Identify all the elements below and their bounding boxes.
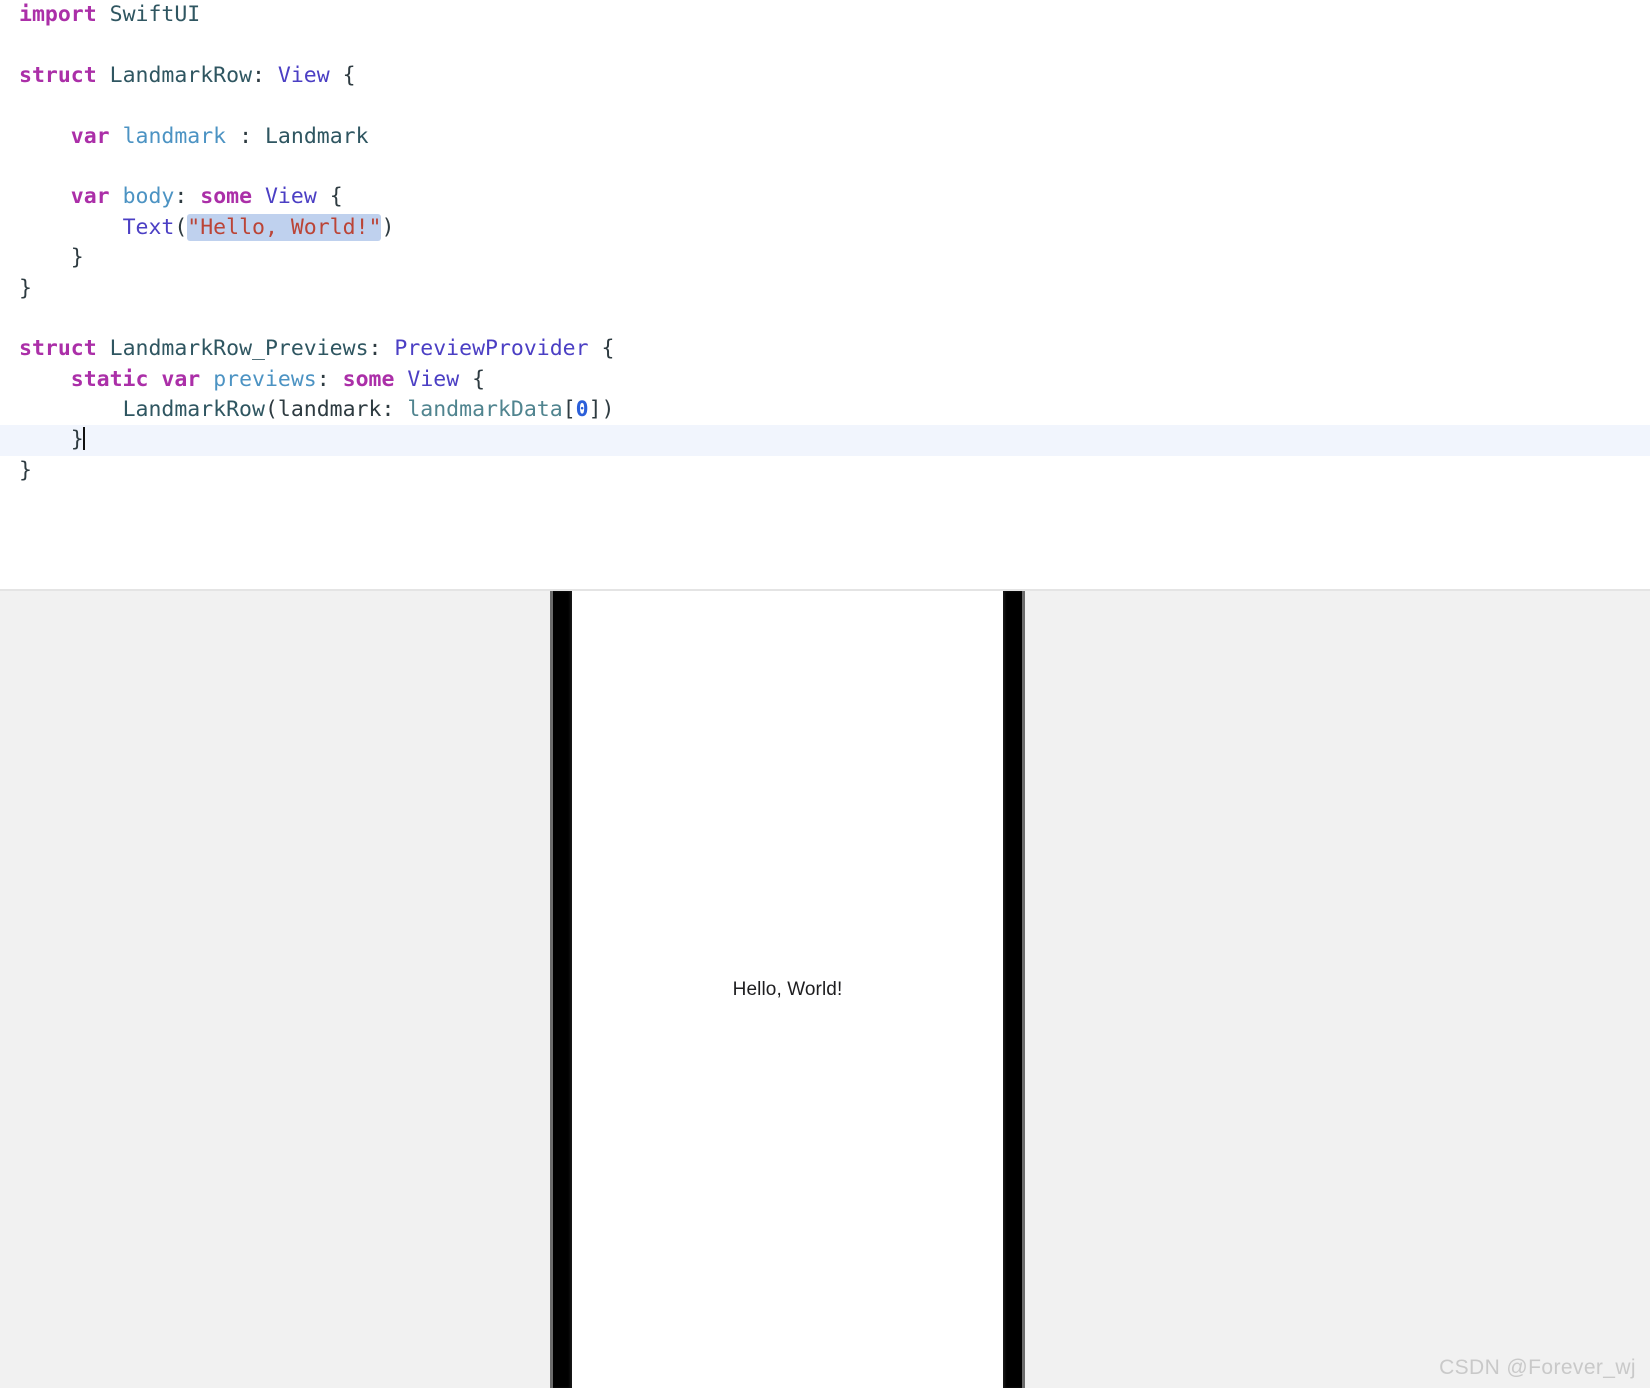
code-token: { bbox=[588, 336, 615, 362]
code-token: } bbox=[19, 427, 84, 453]
code-token: static var bbox=[70, 366, 201, 392]
device-bezel-edge-right bbox=[1022, 591, 1025, 1388]
code-token: struct bbox=[19, 336, 97, 362]
code-token: some bbox=[342, 366, 395, 392]
swiftui-editor-preview-window: import SwiftUI struct LandmarkRow: View … bbox=[0, 0, 1650, 1388]
device-screen[interactable]: Hello, World! bbox=[572, 591, 1003, 1388]
code-line-10[interactable]: } bbox=[0, 274, 1650, 304]
device-bezel-left bbox=[550, 591, 572, 1388]
code-token: ) bbox=[381, 214, 395, 240]
selected-string-token: "Hello, World!" bbox=[187, 213, 382, 241]
code-token: } bbox=[19, 275, 32, 301]
code-token: landmark bbox=[122, 123, 227, 149]
device-frame: Hello, World! bbox=[550, 591, 1025, 1388]
code-line-4[interactable] bbox=[0, 91, 1650, 121]
code-line-9[interactable]: } bbox=[0, 243, 1650, 273]
code-line-11[interactable] bbox=[0, 304, 1650, 334]
code-token: import bbox=[19, 2, 97, 27]
code-token: View bbox=[407, 366, 460, 392]
code-token: { bbox=[316, 184, 343, 210]
code-line-13[interactable]: static var previews: some View { bbox=[0, 365, 1650, 395]
text-cursor bbox=[82, 427, 85, 451]
code-token: 0 bbox=[575, 397, 589, 423]
code-line-7[interactable]: var body: some View { bbox=[0, 182, 1650, 212]
code-token: } bbox=[19, 457, 32, 483]
code-token: var bbox=[70, 123, 110, 149]
code-token: ( bbox=[174, 214, 188, 240]
code-token: Text bbox=[122, 214, 175, 240]
code-lines-container[interactable]: import SwiftUI struct LandmarkRow: View … bbox=[0, 0, 1650, 486]
code-token: { bbox=[329, 62, 356, 88]
preview-canvas[interactable]: Hello, World! bbox=[0, 591, 1650, 1388]
code-line-6[interactable] bbox=[0, 152, 1650, 182]
code-token: (landmark: bbox=[264, 397, 408, 423]
code-token: View bbox=[277, 62, 330, 88]
code-token: : bbox=[174, 184, 201, 210]
code-token: LandmarkRow bbox=[122, 397, 265, 423]
code-token: [ bbox=[562, 397, 576, 423]
code-token: some bbox=[200, 184, 253, 210]
preview-hello-world-text: Hello, World! bbox=[732, 978, 843, 1000]
code-line-14[interactable]: LandmarkRow(landmark: landmarkData[0]) bbox=[0, 395, 1650, 425]
code-token: Landmark bbox=[264, 123, 369, 149]
code-token: : bbox=[226, 123, 265, 149]
code-token: var bbox=[70, 184, 110, 210]
code-line-16[interactable]: } bbox=[0, 456, 1650, 486]
code-token: LandmarkRow bbox=[109, 62, 253, 88]
code-token: } bbox=[19, 245, 84, 271]
code-token: body bbox=[122, 184, 175, 210]
code-token: : bbox=[252, 62, 278, 88]
code-token: previews bbox=[213, 366, 317, 392]
code-line-1[interactable]: import SwiftUI bbox=[0, 0, 1650, 30]
code-editor-pane[interactable]: import SwiftUI struct LandmarkRow: View … bbox=[0, 0, 1650, 590]
code-token: : bbox=[316, 366, 343, 392]
code-token: PreviewProvider bbox=[394, 336, 589, 362]
code-line-5[interactable]: var landmark : Landmark bbox=[0, 122, 1650, 152]
code-token: ]) bbox=[588, 397, 615, 423]
code-line-3[interactable]: struct LandmarkRow: View { bbox=[0, 61, 1650, 91]
code-token: : bbox=[368, 336, 395, 362]
code-token: SwiftUI bbox=[109, 2, 201, 27]
code-token: { bbox=[459, 366, 486, 392]
code-line-8[interactable]: Text("Hello, World!") bbox=[0, 213, 1650, 243]
csdn-watermark: CSDN @Forever_wj bbox=[1439, 1356, 1636, 1379]
code-line-15[interactable]: } bbox=[0, 425, 1650, 456]
code-token: View bbox=[264, 184, 317, 210]
code-line-12[interactable]: struct LandmarkRow_Previews: PreviewProv… bbox=[0, 334, 1650, 364]
device-bezel-edge-left bbox=[550, 591, 553, 1388]
code-token: landmarkData bbox=[407, 397, 563, 423]
code-line-2[interactable] bbox=[0, 30, 1650, 60]
code-token: LandmarkRow_Previews bbox=[109, 336, 369, 362]
code-token: struct bbox=[19, 62, 97, 88]
